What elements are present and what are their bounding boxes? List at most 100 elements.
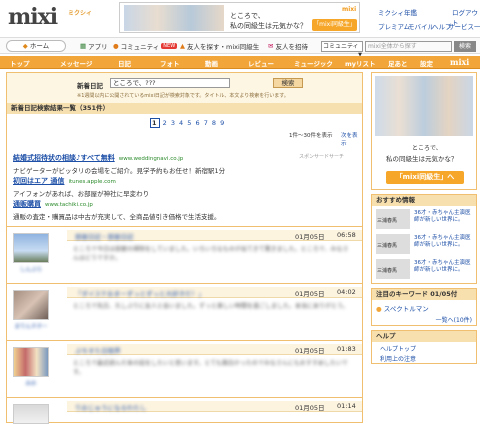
keywords-box: 注目のキーワード 01/05付 ● スペクトルマン 一覧へ(10件) — [371, 288, 477, 326]
tab-diary[interactable]: 日記 — [118, 58, 131, 68]
tab-video[interactable]: 動画 — [205, 58, 218, 68]
nav-find-friends-label: 友人を探す・mixi同級生 — [187, 43, 260, 51]
mixi-school-link[interactable]: ミクシィ年鑑 — [378, 7, 417, 17]
tab-music[interactable]: ミュージック — [294, 58, 333, 68]
global-search-button[interactable]: 検索 — [454, 41, 476, 52]
page-3[interactable]: 3 — [171, 119, 176, 127]
page-6[interactable]: 6 — [195, 119, 200, 127]
premium-link[interactable]: プレミアム — [378, 21, 410, 31]
ad-title[interactable]: 初回はエア 通信 — [13, 177, 64, 185]
banner-brand: mixi — [342, 6, 357, 13]
tab-top[interactable]: トップ — [10, 58, 30, 68]
recommend-item[interactable]: 三浦春馬 36才・赤ちゃん主演医師が新しい世界に。 — [376, 259, 474, 281]
recommend-text[interactable]: 36才・赤ちゃん主演医師が新しい世界に。 — [414, 260, 474, 274]
diary-entry: みお ぷちすた日限界 01月05日 01:83 ところで最近読んだ本の話をしたい… — [7, 340, 362, 397]
diary-search-label: 新着日記 — [77, 82, 103, 90]
entry-header: 「ダイスケおまーずっとずっと大好きだ！」 01月05日 04:02 — [67, 287, 362, 298]
mixi-logo[interactable]: mixi — [8, 4, 58, 30]
entry-thumbnail[interactable] — [13, 347, 49, 377]
recommend-name: 三浦春馬 — [377, 243, 398, 249]
nav-invite[interactable]: ✉ 友人を招待 — [268, 41, 308, 51]
entry-title[interactable]: 「ダイスケおまーずっとずっと大好きだ！」 — [75, 288, 205, 298]
recommend-text[interactable]: 36才・赤ちゃん主演医師が新しい世界に。 — [414, 235, 474, 249]
right-sidebar: ところで、 私の同級生は元気かな？ 「mixi同級生」へ おすすめ情報 三浦春馬… — [371, 72, 477, 423]
mobile-link[interactable]: モバイル — [408, 21, 434, 31]
promo-button[interactable]: 「mixi同級生」へ — [386, 171, 464, 184]
entry-author[interactable]: しんぶら — [13, 265, 49, 273]
search-scope-select[interactable]: コミュニティ ▼ — [321, 41, 363, 58]
header-banner[interactable]: ところで、 私の同級生は元気かな？ mixi 「mixi同級生」へ — [119, 2, 360, 40]
nav-find-friends[interactable]: ▲ 友人を探す・mixi同級生 — [180, 41, 259, 51]
tab-review[interactable]: レビュー — [248, 58, 274, 68]
next-page-link[interactable]: 次を表示 — [341, 131, 362, 147]
keywords-more-link[interactable]: 一覧へ(10件) — [436, 315, 472, 324]
page-2[interactable]: 2 — [163, 119, 168, 127]
logo-subtitle: ミクシィ — [68, 10, 93, 17]
page-8[interactable]: 8 — [212, 119, 217, 127]
orange-nav-bar: トップ メッセージ 日記 フォト 動画 レビュー ミュージック myリスト 足あ… — [0, 56, 480, 69]
promo-line1: ところで、 — [412, 145, 442, 152]
ad-title[interactable]: 結婚式招待状の相談♪すべて無料 — [13, 154, 115, 162]
entry-thumbnail[interactable] — [13, 290, 49, 320]
entry-author[interactable]: まりんネター — [13, 322, 49, 330]
main-content: 新着日記 ところで、??? 検索 ※1週間以内に公開されているmixi日記が検索… — [6, 72, 363, 424]
promo-box[interactable]: ところで、 私の同級生は元気かな？ 「mixi同級生」へ — [371, 72, 477, 190]
entry-title[interactable]: ぷちすた日限界 — [75, 345, 121, 355]
tab-footprints[interactable]: 足あと — [388, 58, 408, 68]
entry-title[interactable]: りおじゅうになるわたし — [75, 402, 147, 412]
global-search-input[interactable]: mixi全体から探す — [365, 41, 452, 52]
diary-search-input[interactable]: ところで、??? — [110, 78, 230, 88]
page-1[interactable]: 1 — [150, 118, 160, 128]
nav-community-label: コミュニティ — [120, 43, 160, 51]
page-9[interactable]: 9 — [220, 119, 225, 127]
new-badge: NEW — [161, 43, 178, 49]
keyword-item[interactable]: ● スペクトルマン — [376, 303, 429, 313]
sponsored-ad[interactable]: 初回はエア 通信 itunes.apple.com アイフォンがあれば、お部屋が神… — [13, 176, 149, 198]
recommend-text[interactable]: 36才・赤ちゃん主演医師が新しい世界に。 — [414, 210, 474, 224]
ad-url: www.weddingnavi.co.jp — [118, 156, 184, 162]
diary-search-hint: ※1週間以内に公開されているmixi日記が検索対象です。タイトル、本文より検索を… — [77, 93, 289, 99]
global-header: mixi ミクシィ ところで、 私の同級生は元気かな？ mixi 「mixi同級… — [0, 0, 480, 40]
entry-author[interactable]: みお — [13, 379, 49, 387]
ad-title[interactable]: 通販購買 — [13, 200, 41, 208]
diary-entry: しんぶら 部屋日記・部屋日記 01月05日 06:58 ところで今日は部屋の掃除… — [7, 226, 362, 283]
recommend-item[interactable]: 三浦春馬 36才・赤ちゃん主演医師が新しい世界に。 — [376, 209, 474, 231]
tab-message[interactable]: メッセージ — [60, 58, 92, 68]
home-button[interactable]: ◆ ホーム — [6, 40, 66, 52]
entry-thumbnail[interactable] — [13, 404, 49, 424]
banner-button[interactable]: 「mixi同級生」へ — [312, 19, 357, 40]
entry-date: 01月05日 — [295, 290, 325, 298]
entry-date: 01月05日 — [295, 347, 325, 355]
keyword-link[interactable]: スペクトルマン — [384, 305, 429, 313]
entry-thumbnail[interactable] — [13, 233, 49, 263]
help-top-link[interactable]: ヘルプトップ — [380, 344, 416, 353]
tab-settings[interactable]: 設定 — [420, 58, 433, 68]
diary-entry: まりんネター 「ダイスケおまーずっとずっと大好きだ！」 01月05日 04:02… — [7, 283, 362, 340]
entry-title[interactable]: 部屋日記・部屋日記 — [75, 231, 134, 241]
usage-notes-link[interactable]: 利用上の注意 — [380, 354, 416, 363]
keywords-title: 注目のキーワード 01/05付 — [372, 289, 476, 300]
banner-line1: ところで、 — [230, 12, 265, 20]
sponsored-ad[interactable]: 結婚式招待状の相談♪すべて無料 www.weddingnavi.co.jp ナビゲ… — [13, 153, 225, 175]
entry-header: りおじゅうになるわたし 01月05日 01:14 — [67, 401, 362, 412]
entry-time: 04:02 — [337, 288, 356, 296]
page-7[interactable]: 7 — [204, 119, 209, 127]
sponsored-ad[interactable]: 通販購買 www.tachiki.co.jp 通販の査定・購買品は中古が充実して、… — [13, 199, 220, 221]
home-icon: ◆ — [22, 42, 30, 50]
keyword-icon: ● — [376, 305, 384, 313]
nav-app[interactable]: ▦ アプリ — [80, 41, 108, 51]
ad-url: itunes.apple.com — [68, 179, 116, 185]
promo-people-image — [375, 76, 473, 136]
page-5[interactable]: 5 — [187, 119, 192, 127]
search-scope-value: コミュニティ — [323, 43, 359, 50]
app-icon: ▦ — [80, 42, 87, 50]
main-nav: ◆ ホーム ▦ アプリ ● コミュニティ NEW ▲ 友人を探す・mixi同級生 ✉ 友人… — [0, 37, 480, 58]
nav-community[interactable]: ● コミュニティ NEW — [113, 41, 178, 51]
diary-search-button[interactable]: 検索 — [273, 78, 303, 88]
service-list-link[interactable]: サービス一覧 — [448, 21, 480, 31]
invite-icon: ✉ — [268, 42, 274, 50]
page-4[interactable]: 4 — [179, 119, 184, 127]
tab-photo[interactable]: フォト — [160, 58, 180, 68]
recommend-item[interactable]: 三浦春馬 36才・赤ちゃん主演医師が新しい世界に。 — [376, 234, 474, 256]
tab-mylist[interactable]: myリスト — [345, 58, 376, 68]
